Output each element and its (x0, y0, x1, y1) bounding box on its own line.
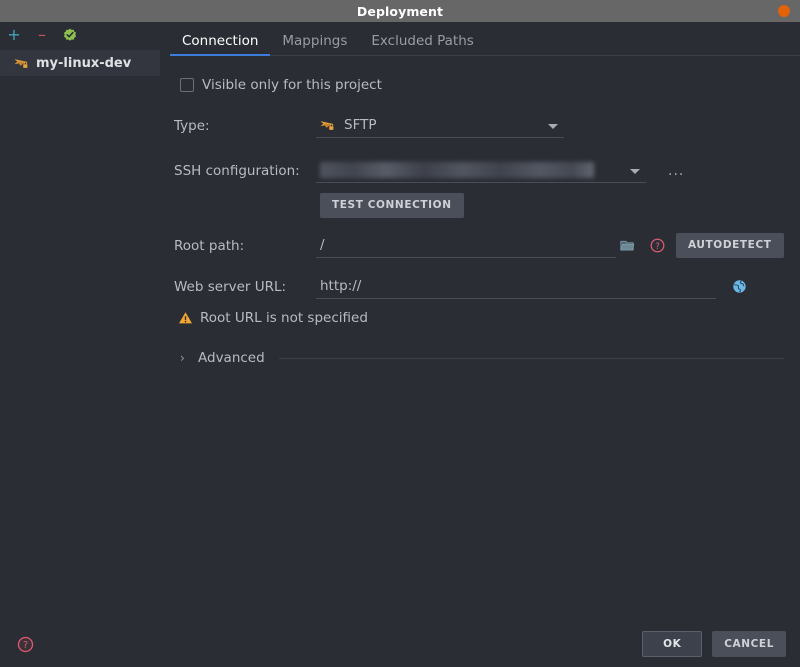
help-circle-icon: ? (650, 238, 664, 253)
chevron-down-icon[interactable] (548, 124, 558, 129)
root-path-label: Root path: (174, 237, 245, 254)
chevron-down-icon[interactable] (630, 169, 640, 174)
test-connection-row: TEST CONNECTION (168, 193, 784, 218)
connection-form: Visible only for this project Type: SFTP (160, 56, 800, 621)
folder-icon (619, 240, 634, 251)
sidebar-item-label: my-linux-dev (36, 55, 132, 71)
ok-button[interactable]: OK (642, 631, 703, 657)
sftp-server-icon (14, 59, 28, 68)
web-server-url-open-button[interactable] (728, 276, 750, 298)
root-path-value: / (320, 237, 325, 253)
ssh-configuration-label: SSH configuration: (174, 162, 300, 179)
svg-text:?: ? (22, 640, 27, 651)
warning-text: Root URL is not specified (200, 310, 368, 326)
web-server-url-value: http:// (320, 278, 362, 294)
server-list: my-linux-dev (0, 48, 160, 76)
ssh-configuration-combobox[interactable] (316, 158, 646, 183)
visible-only-checkbox[interactable] (180, 78, 194, 92)
chevron-right-icon: › (180, 351, 185, 365)
tab-mappings[interactable]: Mappings (270, 33, 359, 56)
autodetect-button[interactable]: AUTODETECT (676, 233, 784, 258)
add-server-button[interactable]: + (5, 26, 23, 44)
deployment-servers-sidebar: + – my-linux-dev (0, 22, 160, 621)
window-title: Deployment (356, 3, 444, 19)
sidebar-item-my-linux-dev[interactable]: my-linux-dev (0, 50, 160, 76)
dialog-body: + – my-linux-dev Connection Mappings Exc… (0, 22, 800, 621)
tab-bar: Connection Mappings Excluded Paths (160, 22, 800, 56)
root-path-help-button[interactable]: ? (646, 235, 668, 257)
dialog-footer: ? OK CANCEL (0, 621, 800, 667)
dialog-help-button[interactable]: ? (14, 633, 36, 655)
globe-icon (732, 280, 746, 293)
visible-only-row[interactable]: Visible only for this project (168, 74, 784, 96)
visible-only-label: Visible only for this project (202, 77, 382, 93)
type-value: SFTP (344, 117, 377, 133)
svg-text:?: ? (655, 242, 660, 252)
web-server-url-row: Web server URL: http:// (168, 274, 784, 299)
type-combobox[interactable]: SFTP (316, 113, 564, 138)
warning-row: Root URL is not specified (168, 307, 784, 329)
ssh-configuration-value-redacted (320, 162, 594, 178)
cancel-button[interactable]: CANCEL (712, 631, 786, 657)
web-server-url-label: Web server URL: (174, 278, 287, 295)
sftp-icon (320, 121, 334, 130)
main-panel: Connection Mappings Excluded Paths Visib… (160, 22, 800, 621)
sidebar-toolbar: + – (0, 22, 160, 48)
web-server-url-input[interactable]: http:// (316, 274, 716, 299)
test-connection-button[interactable]: TEST CONNECTION (320, 193, 464, 218)
root-path-row: Root path: / ? AUTODETECT (168, 233, 784, 258)
type-label: Type: (174, 117, 210, 134)
window-titlebar: Deployment (0, 0, 800, 23)
type-row: Type: SFTP (168, 113, 784, 138)
advanced-section-header[interactable]: › Advanced (168, 347, 784, 369)
root-path-input[interactable]: / (316, 233, 616, 258)
help-circle-icon: ? (17, 636, 33, 652)
remove-server-button[interactable]: – (33, 26, 51, 44)
tab-excluded-paths[interactable]: Excluded Paths (359, 33, 485, 56)
ssh-configuration-row: SSH configuration: ... (168, 158, 784, 183)
close-icon[interactable] (778, 5, 790, 17)
green-check-badge-icon (64, 28, 76, 41)
tab-connection[interactable]: Connection (170, 33, 271, 56)
set-default-server-button[interactable] (61, 26, 79, 44)
ssh-configuration-more-button[interactable]: ... (668, 164, 684, 178)
advanced-label: Advanced (198, 350, 265, 366)
root-path-browse-button[interactable] (616, 235, 638, 257)
warning-triangle-icon (179, 312, 192, 324)
advanced-separator (278, 357, 784, 359)
